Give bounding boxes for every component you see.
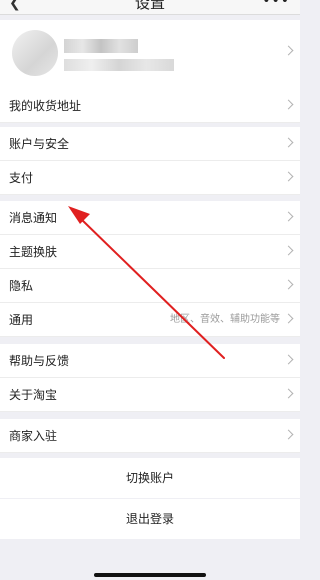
chevron-right-icon <box>283 313 294 324</box>
logout-label: 退出登录 <box>125 512 174 526</box>
settings-item-payment[interactable]: 支付 <box>0 161 300 195</box>
settings-item-label: 我的收货地址 <box>9 99 82 113</box>
settings-item-account-security[interactable]: 账户与安全 <box>0 127 300 161</box>
page-title: 设置 <box>134 0 165 12</box>
chevron-right-icon <box>283 245 294 256</box>
settings-item-address[interactable]: 我的收货地址 <box>0 89 300 123</box>
settings-item-label: 主题换肤 <box>9 245 58 259</box>
settings-item-label: 消息通知 <box>9 211 58 225</box>
settings-item-label: 隐私 <box>9 279 34 293</box>
navigation-bar: ❮ 设置 ••• <box>0 0 300 15</box>
home-indicator <box>94 573 206 577</box>
settings-item-privacy[interactable]: 隐私 <box>0 269 300 303</box>
avatar <box>12 30 58 76</box>
settings-item-label: 支付 <box>9 171 34 185</box>
logout-button[interactable]: 退出登录 <box>0 499 300 539</box>
chevron-right-icon <box>283 45 294 56</box>
settings-item-label: 关于淘宝 <box>9 388 58 402</box>
settings-item-label: 通用 <box>9 313 34 327</box>
chevron-right-icon <box>283 99 294 110</box>
chevron-right-icon <box>283 388 294 399</box>
chevron-right-icon <box>283 354 294 365</box>
settings-item-merchant[interactable]: 商家入驻 <box>0 419 300 453</box>
settings-item-label: 账户与安全 <box>9 137 70 151</box>
profile-card[interactable] <box>0 20 300 90</box>
settings-item-label: 商家入驻 <box>9 429 58 443</box>
chevron-right-icon <box>283 429 294 440</box>
chevron-right-icon <box>283 211 294 222</box>
settings-item-help-feedback[interactable]: 帮助与反馈 <box>0 344 300 378</box>
settings-item-detail: 地区、音效、辅助功能等 <box>170 314 280 325</box>
switch-account-label: 切换账户 <box>125 471 174 485</box>
settings-item-label: 帮助与反馈 <box>9 354 70 368</box>
settings-item-general[interactable]: 通用 地区、音效、辅助功能等 <box>0 303 300 337</box>
more-icon[interactable]: ••• <box>262 0 290 9</box>
chevron-right-icon <box>283 137 294 148</box>
settings-item-about[interactable]: 关于淘宝 <box>0 378 300 412</box>
chevron-right-icon <box>283 279 294 290</box>
settings-item-theme[interactable]: 主题换肤 <box>0 235 300 269</box>
profile-subtitle-blurred <box>64 59 174 71</box>
settings-item-notifications[interactable]: 消息通知 <box>0 201 300 235</box>
switch-account-button[interactable]: 切换账户 <box>0 458 300 498</box>
profile-name-blurred <box>64 39 138 53</box>
chevron-right-icon <box>283 171 294 182</box>
